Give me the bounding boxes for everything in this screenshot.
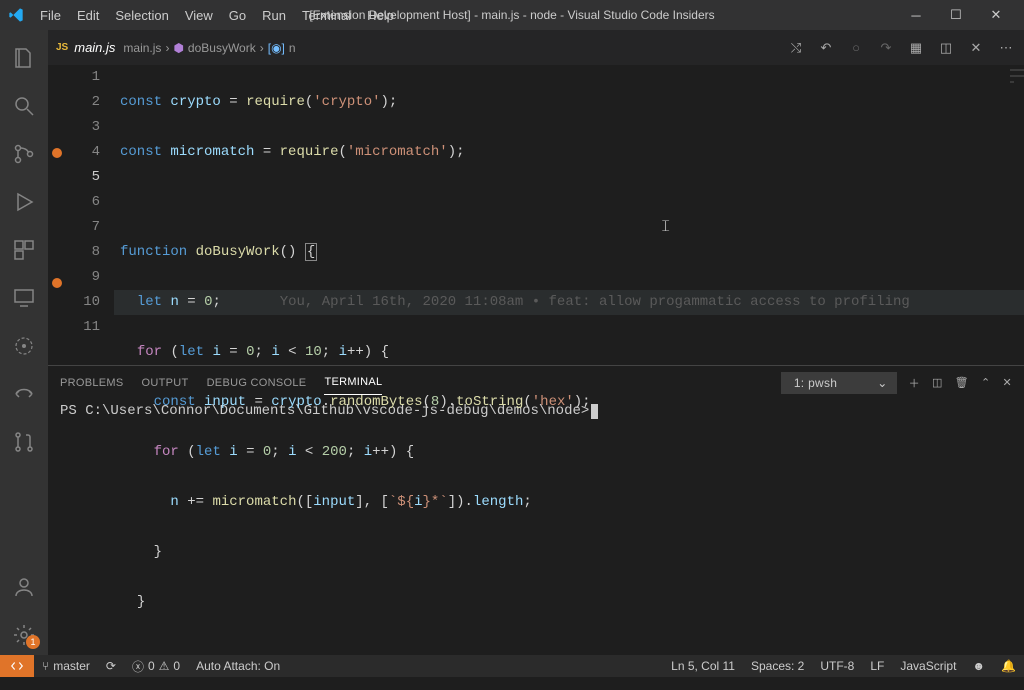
- window-title: [Extension Development Host] - main.js -…: [309, 8, 714, 22]
- accounts-icon[interactable]: [0, 567, 48, 607]
- extensions-icon[interactable]: [0, 230, 48, 270]
- menu-file[interactable]: File: [32, 4, 69, 27]
- breadcrumb-file[interactable]: main.js: [123, 41, 161, 55]
- js-file-icon: JS: [56, 42, 68, 53]
- chevron-right-icon: ›: [260, 41, 264, 55]
- nav-back-icon[interactable]: ↶: [816, 40, 836, 56]
- menu-edit[interactable]: Edit: [69, 4, 107, 27]
- split-editor-icon[interactable]: ◫: [936, 40, 956, 56]
- maximize-button[interactable]: ☐: [936, 0, 976, 30]
- minimap[interactable]: [1010, 65, 1024, 215]
- tab-filename[interactable]: main.js: [74, 40, 115, 55]
- target-icon[interactable]: [0, 326, 48, 366]
- text-cursor-icon: 𝙸: [660, 215, 671, 240]
- branch-icon: ⑂: [42, 659, 49, 673]
- menu-selection[interactable]: Selection: [107, 4, 176, 27]
- breakpoint-gutter[interactable]: [48, 65, 66, 365]
- vscode-logo-icon: [8, 7, 24, 23]
- remote-explorer-icon[interactable]: [0, 278, 48, 318]
- remote-indicator[interactable]: [0, 655, 34, 677]
- more-icon[interactable]: ⋯: [996, 40, 1016, 56]
- breakpoint-icon[interactable]: [52, 278, 62, 288]
- compare-icon[interactable]: ⤭: [786, 40, 806, 56]
- settings-gear-icon[interactable]: 1: [0, 615, 48, 655]
- pull-request-icon[interactable]: [0, 422, 48, 462]
- title-bar: File Edit Selection View Go Run Terminal…: [0, 0, 1024, 30]
- code-editor[interactable]: 1234567891011 const crypto = require('cr…: [48, 65, 1024, 365]
- breadcrumb[interactable]: main.js › ⬢ doBusyWork › [◉] n: [123, 41, 295, 55]
- source-control-icon[interactable]: [0, 134, 48, 174]
- share-icon[interactable]: [0, 374, 48, 414]
- line-numbers: 1234567891011: [74, 65, 114, 365]
- code-content[interactable]: const crypto = require('crypto'); const …: [114, 65, 1024, 365]
- minimize-button[interactable]: ─: [896, 0, 936, 30]
- close-button[interactable]: ✕: [976, 0, 1016, 30]
- settings-badge: 1: [26, 635, 40, 649]
- nav-forward-icon[interactable]: ↷: [876, 40, 896, 56]
- editor-actions: ⤭ ↶ ○ ↷ ▦ ◫ ✕ ⋯: [786, 40, 1016, 56]
- menu-go[interactable]: Go: [221, 4, 254, 27]
- breakpoint-icon[interactable]: [52, 148, 62, 158]
- git-blame-annotation: You, April 16th, 2020 11:08am • feat: al…: [280, 294, 910, 310]
- breadcrumb-func[interactable]: doBusyWork: [188, 41, 256, 55]
- status-branch[interactable]: ⑂master: [34, 659, 98, 673]
- search-icon[interactable]: [0, 86, 48, 126]
- close-editor-icon[interactable]: ✕: [966, 40, 986, 56]
- chevron-right-icon: ›: [165, 41, 169, 55]
- menu-run[interactable]: Run: [254, 4, 294, 27]
- breadcrumb-var[interactable]: n: [289, 41, 296, 55]
- file-icon[interactable]: ▦: [906, 40, 926, 56]
- explorer-icon[interactable]: [0, 38, 48, 78]
- editor-tab-bar: JS main.js main.js › ⬢ doBusyWork › [◉] …: [48, 30, 1024, 65]
- activity-bar: 1: [0, 30, 48, 655]
- nav-up-icon[interactable]: ○: [846, 40, 866, 56]
- menu-view[interactable]: View: [177, 4, 221, 27]
- run-debug-icon[interactable]: [0, 182, 48, 222]
